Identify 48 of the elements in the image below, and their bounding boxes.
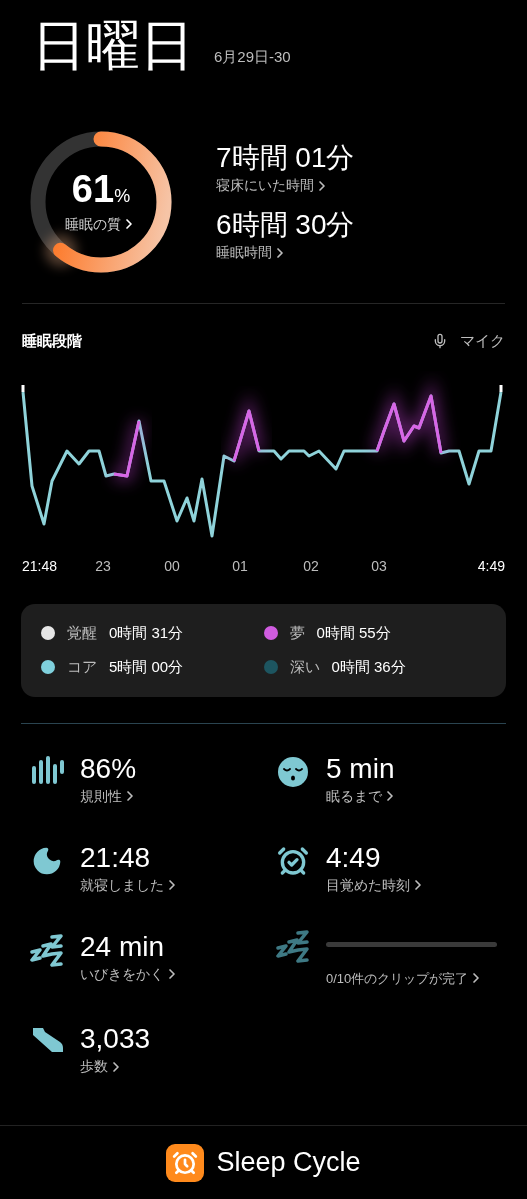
section-title: 睡眠段階 [22,331,82,351]
shoe-icon [30,1026,64,1054]
stat-label[interactable]: 規則性 [80,785,122,807]
duration-value: 7時間 01分 [216,141,355,175]
quality-value: 61 [71,169,115,208]
time-axis-label: 23 [95,556,111,576]
snore-icon [30,933,64,968]
stage-duration: 0時間 31分 [109,622,184,643]
alarm-clock-icon [277,844,309,877]
percent-unit: % [114,184,131,208]
duration-label[interactable]: 睡眠時間 [216,242,272,263]
time-axis-label: 00 [164,556,180,576]
app-logo-icon [166,1143,205,1182]
stage-duration: 0時間 55分 [316,622,391,643]
time-axis-label: 4:49 [477,556,505,576]
stage-name: 覚醒 [67,622,97,643]
date-range: 6月29日-30 [214,46,291,67]
stat-value: 3,033 [80,1022,151,1056]
stat-value: 5 min [326,751,396,786]
duration-label[interactable]: 寝床にいた時間 [216,175,314,196]
sleeping-face-icon [277,755,309,788]
stat-value: 24 min [80,929,166,964]
quality-label[interactable]: 睡眠の質 [65,213,121,235]
stage-duration: 0時間 36分 [331,657,406,677]
stage-name: 夢 [289,622,305,643]
stat-label[interactable]: いびきをかく [80,963,164,985]
stat-value: 4:49 [326,840,382,875]
stage-name: 深い [289,657,320,677]
stat-value: 86% [80,751,138,786]
bars-icon [30,755,64,786]
stat-label[interactable]: 就寝しました [80,874,164,896]
stat-label[interactable]: 眠るまで [326,785,382,807]
time-axis-label: 02 [303,556,319,576]
day-title: 日曜日 [32,18,194,72]
stage-duration: 5時間 00分 [109,657,184,677]
brand-name: Sleep Cycle [216,1146,361,1180]
microphone-icon [432,333,448,350]
stat-label[interactable]: 0/10件のクリップが完了 [326,968,469,988]
time-axis-label: 01 [232,556,248,576]
time-axis-label: 21:48 [22,556,58,576]
snore-icon [276,929,310,964]
mic-label[interactable]: マイク [460,330,505,353]
stage-name: コア [67,657,97,677]
time-axis-label: 03 [371,556,387,576]
duration-value: 6時間 30分 [216,208,355,242]
stat-value: 21:48 [80,840,152,875]
stat-label[interactable]: 歩数 [80,1056,108,1077]
stat-label[interactable]: 目覚めた時刻 [326,874,410,896]
